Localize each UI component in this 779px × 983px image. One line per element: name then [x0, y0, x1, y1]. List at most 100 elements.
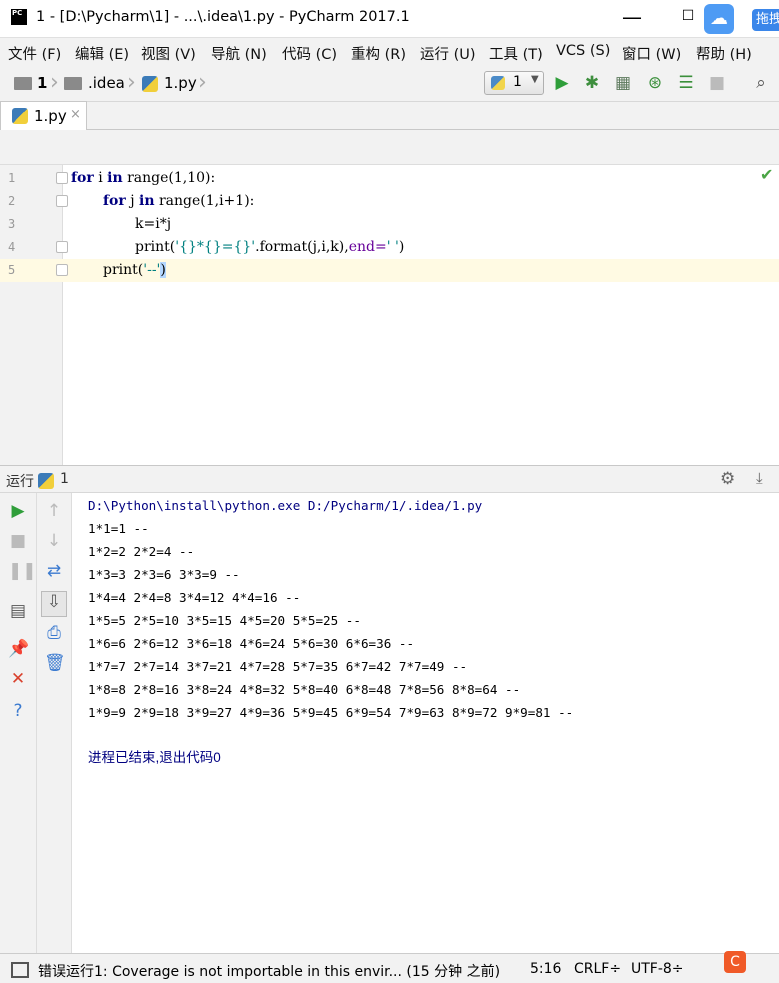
cloud-icon: ☁	[704, 4, 734, 34]
fold-marker-icon[interactable]	[56, 195, 68, 207]
process-exit-message: 进程已结束,退出代码0	[88, 750, 221, 765]
menu-navigate[interactable]: 导航 (N)	[211, 43, 267, 64]
menu-edit[interactable]: 编辑 (E)	[75, 43, 129, 64]
run-panel-title: 运行	[6, 474, 34, 490]
soft-wrap-icon[interactable]: ⇄	[44, 561, 64, 581]
console-line: 1*6=6 2*6=12 3*6=18 4*6=24 5*6=30 6*6=36…	[88, 636, 415, 651]
breadcrumb-file[interactable]: 1.py	[164, 74, 197, 92]
string-literal: ' '	[386, 239, 399, 255]
trash-icon[interactable]: 🗑	[44, 653, 66, 673]
menu-refactor[interactable]: 重构 (R)	[351, 43, 406, 64]
code-line: 4 print('{}*{}={}'.format(j,i,k),end=' '…	[0, 236, 779, 259]
line-number: 1	[8, 171, 16, 185]
arrow-up-icon[interactable]: ↑	[44, 501, 64, 521]
rerun-icon[interactable]: ▶	[8, 501, 28, 521]
run-actions-strip: ▶ ■ ❚❚ ▤ 📌 ✕ ?	[0, 493, 37, 953]
console-line: 1*4=4 2*4=8 3*4=12 4*4=16 --	[88, 590, 301, 605]
menu-view[interactable]: 视图 (V)	[141, 43, 196, 64]
python-file-icon	[12, 108, 28, 124]
menu-window[interactable]: 窗口 (W)	[622, 43, 681, 64]
close-icon[interactable]: ✕	[8, 669, 28, 689]
coverage-icon[interactable]: ▦	[613, 73, 633, 93]
run-panel-config: 1	[60, 471, 69, 487]
stop-icon[interactable]: ■	[8, 531, 28, 551]
scroll-to-end-icon[interactable]: ⇩	[41, 591, 67, 617]
menu-bar: 文件 (F) 编辑 (E) 视图 (V) 导航 (N) 代码 (C) 重构 (R…	[0, 38, 779, 66]
run-icon[interactable]: ▶	[552, 73, 572, 93]
python-file-icon	[142, 76, 158, 92]
string-literal: '--'	[143, 262, 161, 278]
hide-panel-icon[interactable]: ⤓	[756, 469, 763, 487]
fold-marker-icon[interactable]	[56, 172, 68, 184]
search-icon[interactable]: ⌕	[751, 73, 771, 93]
python-config-icon	[491, 76, 505, 90]
line-separator[interactable]: CRLF÷	[574, 961, 621, 977]
print-icon[interactable]: ⎙	[44, 623, 64, 643]
restore-layout-icon[interactable]: ▤	[8, 601, 28, 621]
menu-file[interactable]: 文件 (F)	[8, 43, 61, 64]
code-fragment: i	[93, 170, 108, 186]
file-encoding[interactable]: UTF-8÷	[631, 961, 684, 977]
console-output[interactable]	[72, 493, 779, 953]
minimize-button[interactable]: —	[620, 4, 644, 32]
line-number: 5	[8, 263, 16, 277]
window-title: 1 - [D:\Pycharm\1] - ...\.idea\1.py - Py…	[36, 9, 410, 25]
profile-icon[interactable]: ⊛	[645, 73, 665, 93]
gear-icon[interactable]: ⚙	[720, 469, 735, 489]
run-configuration-select[interactable]: 1 ▼	[484, 71, 544, 95]
arrow-down-icon[interactable]: ↓	[44, 531, 64, 551]
console-line: 1*8=8 2*8=16 3*8=24 4*8=32 5*8=40 6*8=48…	[88, 682, 521, 697]
folder-icon	[14, 77, 32, 90]
console-line: 1*2=2 2*2=4 --	[88, 544, 195, 559]
help-icon[interactable]: ?	[8, 701, 28, 721]
console-line: 1*5=5 2*5=10 3*5=15 4*5=20 5*5=25 --	[88, 613, 361, 628]
console-line: 1*3=3 2*3=6 3*3=9 --	[88, 567, 240, 582]
breadcrumb-project[interactable]: 1	[37, 74, 47, 92]
status-bar: 错误运行1: Coverage is not importable in thi…	[0, 953, 779, 983]
chevron-right-icon: ›	[50, 70, 59, 95]
code-fragment: )	[160, 262, 166, 278]
code-text: for j in range(1,i+1):	[103, 190, 254, 213]
code-line: 2 for j in range(1,i+1):	[0, 190, 779, 213]
console-actions-strip: ↑ ↓ ⇄ ⇩ ⎙ 🗑	[37, 493, 72, 953]
fold-marker-icon[interactable]	[56, 264, 68, 276]
string-literal: '{}*{}={}'	[175, 239, 256, 255]
editor-tab-bar	[0, 102, 779, 130]
code-line: 1 for i in range(1,10):	[0, 167, 779, 190]
breadcrumb-idea[interactable]: .idea	[88, 74, 125, 92]
folder-icon	[64, 77, 82, 90]
menu-vcs[interactable]: VCS (S)	[556, 43, 610, 59]
tab-1py[interactable]: 1.py ×	[0, 101, 87, 130]
tool-windows-icon[interactable]	[11, 962, 29, 978]
debug-icon[interactable]: ✱	[582, 73, 602, 93]
console-line: 1*7=7 2*7=14 3*7=21 4*7=28 5*7=35 6*7=42…	[88, 659, 468, 674]
fold-marker-icon[interactable]	[56, 241, 68, 253]
menu-code[interactable]: 代码 (C)	[282, 43, 337, 64]
caret-position[interactable]: 5:16	[530, 961, 561, 977]
baidu-drag-label: 拖拽	[752, 9, 779, 31]
close-icon[interactable]: ×	[70, 107, 81, 122]
code-text: print('{}*{}={}'.format(j,i,k),end=' ')	[135, 236, 404, 259]
run-configuration-label: 1	[513, 74, 522, 90]
run-tool-window-header: 运行 1 ⚙ ⤓	[0, 465, 779, 493]
editor-header-area	[0, 130, 779, 165]
stop-icon[interactable]: ■	[707, 73, 727, 93]
pause-icon[interactable]: ❚❚	[8, 561, 37, 581]
status-message[interactable]: 错误运行1: Coverage is not importable in thi…	[38, 961, 500, 981]
tab-label: 1.py	[34, 107, 67, 125]
code-text: print('--')	[103, 259, 166, 282]
maximize-button[interactable]: ☐	[676, 8, 700, 32]
menu-run[interactable]: 运行 (U)	[420, 43, 476, 64]
csdn-logo-icon: C	[724, 951, 746, 973]
menu-tools[interactable]: 工具 (T)	[489, 43, 543, 64]
pin-icon[interactable]: 📌	[8, 639, 29, 659]
chevron-right-icon: ›	[198, 70, 207, 95]
baidu-netdisk-widget[interactable]: ☁ 拖拽	[700, 3, 779, 35]
code-fragment: print(	[135, 239, 176, 255]
line-number: 4	[8, 240, 16, 254]
code-fragment: .format(j,i,k),	[255, 239, 349, 255]
menu-help[interactable]: 帮助 (H)	[696, 43, 752, 64]
concurrency-icon[interactable]: ☰	[676, 73, 696, 93]
code-fragment: range(1,i+1):	[154, 193, 255, 209]
pycharm-logo-icon: PC	[11, 9, 27, 25]
